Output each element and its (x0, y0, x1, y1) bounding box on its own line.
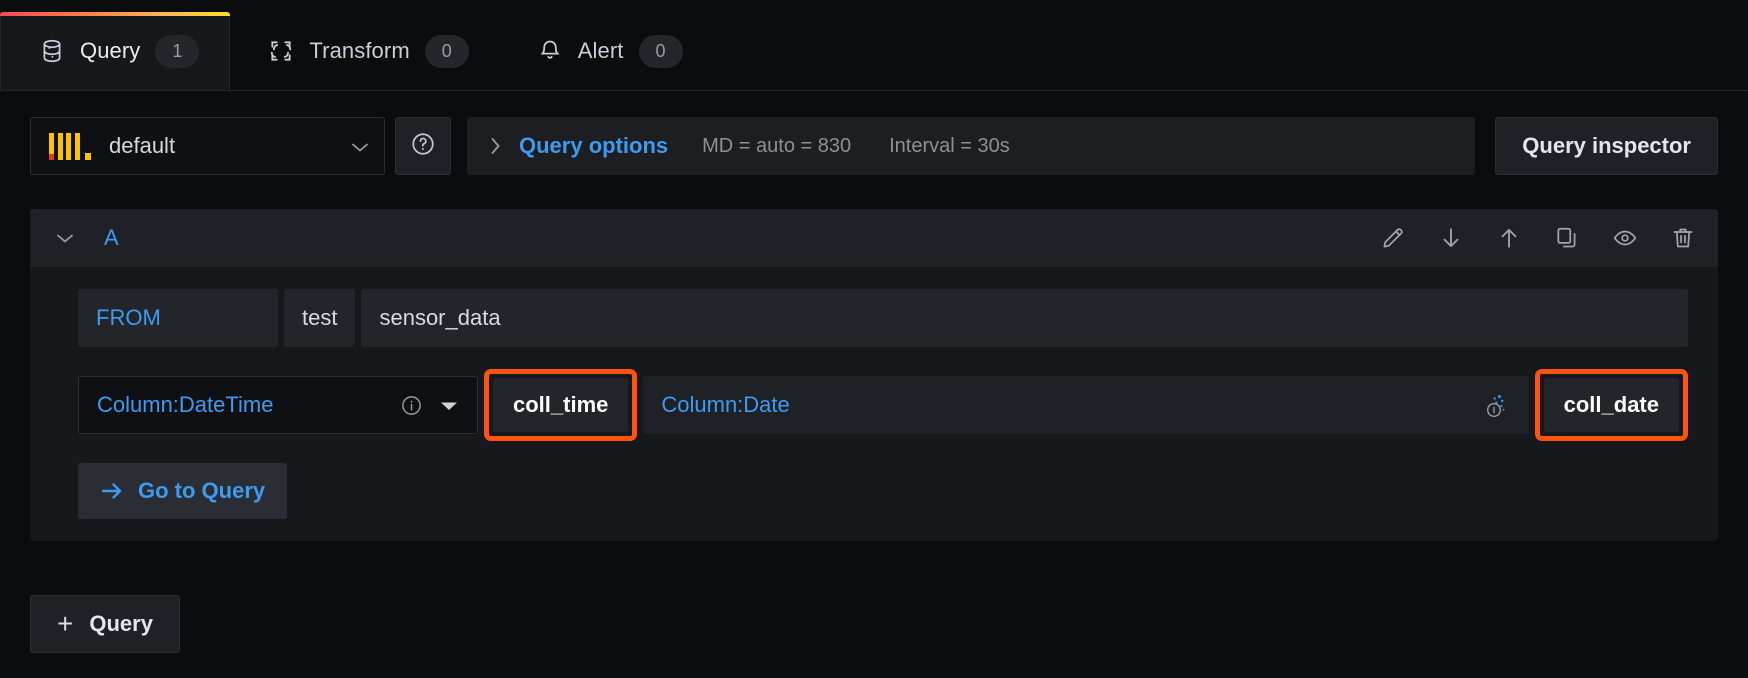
tab-alert[interactable]: Alert 0 (499, 12, 713, 90)
database-selector[interactable]: test (284, 289, 355, 347)
column-date-value[interactable]: coll_date (1544, 378, 1679, 432)
loading-spinner-icon (1481, 390, 1511, 420)
query-inspector-button[interactable]: Query inspector (1495, 117, 1718, 175)
query-options-bar[interactable]: Query options MD = auto = 830 Interval =… (467, 117, 1475, 175)
query-ref-id[interactable]: A (104, 225, 119, 251)
query-row-a-header: A (30, 209, 1718, 267)
column-datetime-value[interactable]: coll_time (493, 378, 628, 432)
datasource-row: default Query options MD = auto = 830 In… (0, 91, 1748, 175)
column-date-label: Column:Date (661, 392, 789, 418)
query-row-a: A (30, 209, 1718, 541)
arrow-up-icon[interactable] (1496, 225, 1522, 251)
query-options-interval: Interval = 30s (889, 135, 1010, 158)
eye-icon[interactable] (1612, 225, 1638, 251)
tab-alert-label: Alert (578, 38, 624, 64)
column-row: Column:DateTime coll_time Column:Date (78, 369, 1688, 441)
caret-down-icon[interactable] (439, 399, 459, 411)
arrow-down-icon[interactable] (1438, 225, 1464, 251)
clickhouse-logo-icon (49, 133, 91, 160)
query-options-title[interactable]: Query options (519, 133, 668, 159)
query-options-max-data-points: MD = auto = 830 (702, 135, 851, 158)
info-circle-icon[interactable] (400, 394, 423, 417)
chevron-right-icon (489, 136, 519, 156)
tab-transform-label: Transform (309, 38, 409, 64)
datasource-help-button[interactable] (395, 117, 451, 175)
copy-icon[interactable] (1554, 225, 1580, 251)
database-icon (39, 38, 65, 64)
trash-icon[interactable] (1670, 225, 1696, 251)
panel-editor-tabbar: Query 1 Transform 0 Alert 0 (0, 0, 1748, 91)
table-selector[interactable]: sensor_data (361, 289, 1688, 347)
column-datetime-selector[interactable]: Column:DateTime (78, 376, 478, 434)
transform-icon (268, 38, 294, 64)
tab-query-label: Query (80, 38, 140, 64)
plus-icon: + (57, 610, 73, 638)
bell-icon (537, 38, 563, 64)
chevron-down-icon (350, 140, 370, 152)
coll-time-highlight: coll_time (484, 369, 637, 441)
tab-query[interactable]: Query 1 (0, 12, 230, 90)
from-label: FROM (78, 289, 278, 347)
coll-date-highlight: coll_date (1535, 369, 1688, 441)
column-datetime-label: Column:DateTime (97, 392, 400, 418)
datasource-picker[interactable]: default (30, 117, 385, 175)
column-date-selector[interactable]: Column:Date (643, 376, 1528, 434)
tab-transform-badge: 0 (425, 35, 469, 68)
pencil-icon[interactable] (1380, 225, 1406, 251)
add-query-button[interactable]: + Query (30, 595, 180, 653)
go-to-query-button[interactable]: Go to Query (78, 463, 287, 519)
query-row-actions (1380, 225, 1696, 251)
collapse-query-icon[interactable] (48, 221, 82, 255)
tab-alert-badge: 0 (639, 35, 683, 68)
from-row: FROM test sensor_data (78, 289, 1688, 347)
question-circle-icon (410, 131, 436, 162)
add-query-label: Query (89, 611, 153, 637)
tab-transform[interactable]: Transform 0 (230, 12, 498, 90)
datasource-name: default (109, 133, 350, 159)
arrow-right-icon (100, 480, 124, 502)
go-to-query-label: Go to Query (138, 478, 265, 504)
tab-query-badge: 1 (155, 35, 199, 68)
